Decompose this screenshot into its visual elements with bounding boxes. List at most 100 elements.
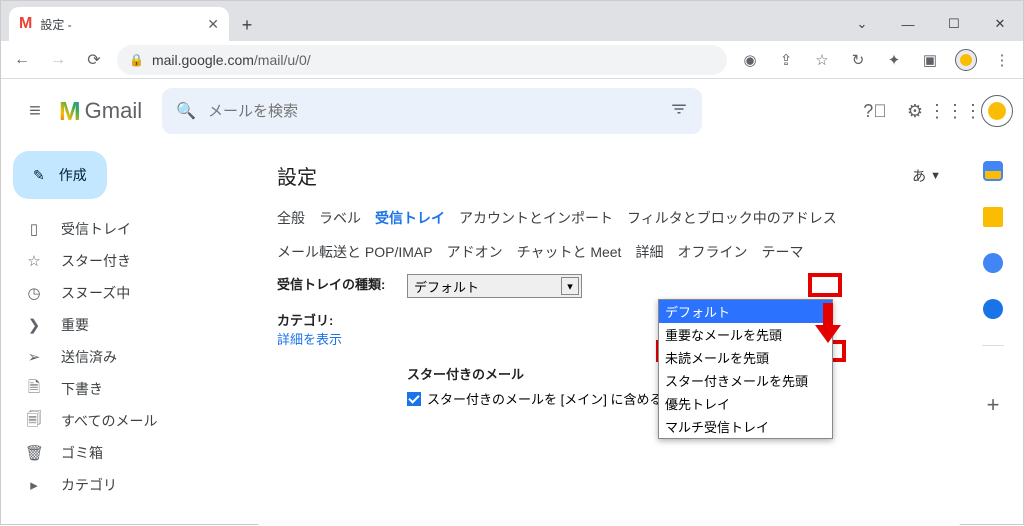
bookmark-star-icon[interactable]: ☆ xyxy=(809,47,835,73)
settings-tab[interactable]: チャットと Meet xyxy=(517,242,622,262)
sidebar-item-3[interactable]: ❯ 重要 xyxy=(1,309,249,341)
tasks-app-icon[interactable] xyxy=(983,253,1003,273)
chevron-down-icon: ▼ xyxy=(930,170,941,182)
compose-label: 作成 xyxy=(59,165,87,185)
forward-button[interactable]: → xyxy=(45,47,71,73)
important-icon: ❯ xyxy=(25,316,43,334)
settings-tab[interactable]: アドオン xyxy=(447,242,503,262)
category-detail-link[interactable]: 詳細を表示 xyxy=(277,329,407,348)
sidebar: ✎ 作成 ▯ 受信トレイ ☆スター付き◷スヌーズ中 ❯ 重要 ➢ 送信済み 🗎 下書き 🗐 すべての… xyxy=(1,143,249,526)
calendar-app-icon[interactable] xyxy=(983,161,1003,181)
sidebar-item-4[interactable]: ➢ 送信済み xyxy=(1,341,249,373)
settings-tab[interactable]: メール転送と POP/IMAP xyxy=(277,242,433,262)
inbox-type-option[interactable]: 未読メールを先頭 xyxy=(659,346,832,369)
settings-tab[interactable]: テーマ xyxy=(761,242,803,262)
eye-icon[interactable]: ◉ xyxy=(737,47,763,73)
settings-tab[interactable]: アカウントとインポート xyxy=(459,208,613,228)
settings-tab[interactable]: フィルタとブロック中のアドレス xyxy=(627,208,837,228)
sidebar-item-label: 受信トレイ xyxy=(61,219,131,239)
inbox-type-dropdown[interactable]: デフォルト重要なメールを先頭未読メールを先頭スター付きメールを先頭優先トレイマル… xyxy=(658,299,833,439)
pencil-icon: ✎ xyxy=(33,167,45,184)
keep-app-icon[interactable] xyxy=(983,207,1003,227)
gmail-product-name: Gmail xyxy=(85,98,142,124)
all-mail-icon: 🗐 xyxy=(25,409,43,434)
sidebar-item-label: カテゴリ xyxy=(61,475,117,495)
settings-tab[interactable]: 受信トレイ xyxy=(375,208,445,228)
draft-icon: 🗎 xyxy=(25,377,43,402)
search-input[interactable] xyxy=(208,103,670,120)
inbox-type-select[interactable]: デフォルト ▾ xyxy=(407,274,582,298)
window-close-button[interactable]: ✕ xyxy=(977,7,1023,41)
window-maximize-button[interactable]: ☐ xyxy=(931,7,977,41)
sidebar-item-2[interactable]: ◷スヌーズ中 xyxy=(1,277,249,309)
sidebar-item-5[interactable]: 🗎 下書き xyxy=(1,373,249,405)
sidebar-item-label: 重要 xyxy=(61,315,89,335)
send-icon: ➢ xyxy=(25,348,43,366)
inbox-type-option[interactable]: 重要なメールを先頭 xyxy=(659,323,832,346)
lang-label: あ xyxy=(912,166,926,186)
url-path: /mail/u/0/ xyxy=(254,52,311,68)
back-button[interactable]: ← xyxy=(9,47,35,73)
gear-icon[interactable]: ⚙ xyxy=(901,97,929,125)
window-minimize-button[interactable]: — xyxy=(885,7,931,41)
apps-grid-icon[interactable]: ⋮⋮⋮ xyxy=(941,97,969,125)
cast-icon[interactable]: ▣ xyxy=(917,47,943,73)
chevron-down-icon[interactable]: ▾ xyxy=(561,277,579,295)
settings-tab[interactable]: 全般 xyxy=(277,208,305,228)
browser-tab[interactable]: M 設定 - ✕ xyxy=(9,7,229,41)
settings-tabs: 全般ラベル受信トレイアカウントとインポートフィルタとブロック中のアドレスメール転… xyxy=(277,208,941,262)
compose-button[interactable]: ✎ 作成 xyxy=(13,151,107,199)
add-addon-button[interactable]: + xyxy=(987,392,1000,418)
new-tab-button[interactable]: + xyxy=(233,11,261,39)
settings-tab[interactable]: オフライン xyxy=(677,242,747,262)
contacts-app-icon[interactable] xyxy=(983,299,1003,319)
settings-tab[interactable]: ラベル xyxy=(319,208,361,228)
settings-tab[interactable]: 詳細 xyxy=(635,242,663,262)
sidebar-item-6[interactable]: 🗐 すべてのメール xyxy=(1,405,249,437)
content: 設定 あ ▼ 全般ラベル受信トレイアカウントとインポートフィルタとブロック中のア… xyxy=(249,143,969,526)
kebab-menu-icon[interactable]: ⋮ xyxy=(989,47,1015,73)
tab-title: 設定 - xyxy=(40,16,199,33)
url-host: mail.google.com xyxy=(152,52,254,68)
sidebar-item-7[interactable]: 🗑ゴミ箱 xyxy=(1,437,249,469)
sidebar-item-0[interactable]: ▯ 受信トレイ xyxy=(1,213,249,245)
category-icon: ▸ xyxy=(25,476,43,494)
reload-button[interactable]: ⟳ xyxy=(81,47,107,73)
gmail-favicon-icon: M xyxy=(19,15,32,33)
inbox-icon: ▯ xyxy=(25,220,43,238)
gmail-logo[interactable]: M Gmail xyxy=(59,96,142,127)
include-starred-checkbox[interactable] xyxy=(407,392,421,406)
include-starred-label: スター付きのメールを [メイン] に含める xyxy=(427,389,662,408)
sidebar-item-8[interactable]: ▸ カテゴリ xyxy=(1,469,249,501)
extensions-icon[interactable]: ✦ xyxy=(881,47,907,73)
help-icon[interactable]: ?⃝ xyxy=(861,97,889,125)
star-icon: ☆ xyxy=(25,252,43,270)
sidebar-item-label: 下書き xyxy=(61,379,103,399)
inbox-type-option[interactable]: デフォルト xyxy=(659,300,832,323)
clock-icon: ◷ xyxy=(25,284,43,302)
settings-title: 設定 xyxy=(277,161,317,190)
side-panel: + xyxy=(979,161,1007,418)
inbox-type-option[interactable]: スター付きメールを先頭 xyxy=(659,369,832,392)
profile-avatar[interactable] xyxy=(953,47,979,73)
sidebar-item-label: 送信済み xyxy=(61,347,117,367)
clock-history-icon[interactable]: ↻ xyxy=(845,47,871,73)
search-box[interactable]: 🔍 xyxy=(162,88,702,134)
inbox-type-option[interactable]: 優先トレイ xyxy=(659,392,832,415)
sidebar-item-1[interactable]: ☆スター付き xyxy=(1,245,249,277)
sidebar-item-label: すべてのメール xyxy=(61,411,157,431)
search-tune-icon[interactable] xyxy=(670,100,688,123)
hamburger-menu-icon[interactable]: ≡ xyxy=(11,87,59,135)
share-icon[interactable]: ⇪ xyxy=(773,47,799,73)
gmail-m-icon: M xyxy=(59,96,81,127)
language-switcher[interactable]: あ ▼ xyxy=(912,166,941,186)
chevron-down-icon[interactable]: ⌄ xyxy=(839,7,885,41)
trash-icon: 🗑 xyxy=(25,444,43,462)
close-tab-icon[interactable]: ✕ xyxy=(207,16,219,33)
account-avatar[interactable] xyxy=(981,95,1013,127)
inbox-type-label: 受信トレイの種類: xyxy=(277,274,407,298)
inbox-type-option[interactable]: マルチ受信トレイ xyxy=(659,415,832,438)
address-bar[interactable]: 🔒 mail.google.com/mail/u/0/ xyxy=(117,45,727,75)
search-icon[interactable]: 🔍 xyxy=(176,101,196,121)
inbox-type-value: デフォルト xyxy=(414,277,479,296)
